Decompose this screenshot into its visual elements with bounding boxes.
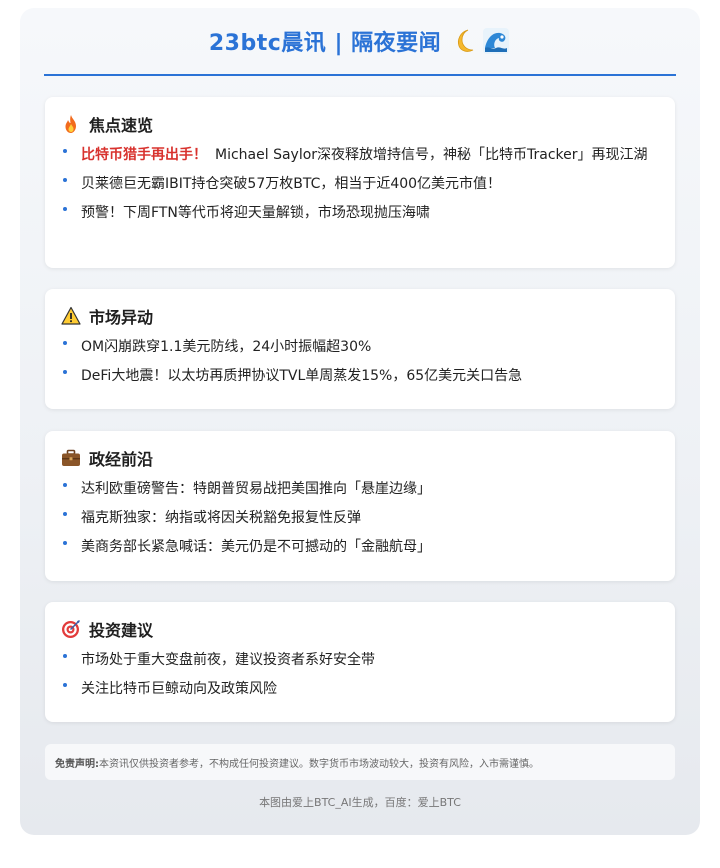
disclaimer-text: 本资讯仅供投资者参考，不构成任何投资建议。数字货币市场波动较大，投资有风险，入市… bbox=[99, 758, 539, 770]
water-wave-icon bbox=[483, 28, 510, 54]
fire-icon bbox=[65, 115, 76, 133]
crescent-moon-icon bbox=[458, 29, 474, 52]
warning-icon bbox=[61, 306, 81, 325]
section-list: 达利欧重磅警告：特朗普贸易战把美国推向「悬崖边缘」 福克斯独家：纳指或将因关税豁… bbox=[61, 478, 657, 558]
highlight-text: 比特币猎手再出手！ bbox=[81, 147, 207, 163]
item-text: 关注比特币巨鲸动向及政策风险 bbox=[81, 681, 277, 697]
list-item: 达利欧重磅警告：特朗普贸易战把美国推向「悬崖边缘」 bbox=[61, 478, 657, 500]
item-text: 预警！下周FTN等代币将迎天量解锁，市场恐现抛压海啸 bbox=[81, 205, 430, 221]
list-item: OM闪崩跌穿1.1美元防线，24小时振幅超30% bbox=[61, 336, 657, 358]
list-item: 市场处于重大变盘前夜，建议投资者系好安全带 bbox=[61, 649, 657, 671]
list-item: 贝莱德巨无霸IBIT持仓突破57万枚BTC，相当于近400亿美元市值！ bbox=[61, 173, 657, 195]
section-list: OM闪崩跌穿1.1美元防线，24小时振幅超30% DeFi大地震！以太坊再质押协… bbox=[61, 336, 657, 387]
item-text: 福克斯独家：纳指或将因关税豁免报复性反弹 bbox=[81, 510, 361, 526]
section-title-label: 政经前沿 bbox=[89, 450, 154, 469]
section-title-label: 市场异动 bbox=[89, 308, 154, 327]
list-item: DeFi大地震！以太坊再质押协议TVL单周蒸发15%，65亿美元关口告急 bbox=[61, 365, 657, 387]
section-list: 市场处于重大变盘前夜，建议投资者系好安全带 关注比特币巨鲸动向及政策风险 bbox=[61, 649, 657, 700]
disclaimer: 免责声明: 本资讯仅供投资者参考，不构成任何投资建议。数字货币市场波动较大，投资… bbox=[45, 744, 675, 780]
list-item: 关注比特币巨鲸动向及政策风险 bbox=[61, 678, 657, 700]
list-item: 美商务部长紧急喊话：美元仍是不可撼动的「金融航母」 bbox=[61, 536, 657, 558]
list-item: 比特币猎手再出手！ Michael Saylor深夜释放增持信号，神秘「比特币Tr… bbox=[61, 144, 657, 166]
list-item: 预警！下周FTN等代币将迎天量解锁，市场恐现抛压海啸 bbox=[61, 202, 657, 224]
item-text: 达利欧重磅警告：特朗普贸易战把美国推向「悬崖边缘」 bbox=[81, 481, 431, 497]
page-header: 23btc晨讯 | 隔夜要闻 bbox=[44, 8, 676, 76]
header-emoji-group bbox=[451, 28, 511, 54]
section-investment-advice: 投资建议 市场处于重大变盘前夜，建议投资者系好安全带 关注比特币巨鲸动向及政策风… bbox=[45, 602, 675, 722]
section-title: 市场异动 bbox=[61, 303, 657, 329]
section-title: 政经前沿 bbox=[61, 445, 657, 471]
item-text: 贝莱德巨无霸IBIT持仓突破57万枚BTC，相当于近400亿美元市值！ bbox=[81, 176, 502, 192]
section-list: 比特币猎手再出手！ Michael Saylor深夜释放增持信号，神秘「比特币Tr… bbox=[61, 144, 657, 224]
briefcase-icon bbox=[62, 449, 80, 466]
news-page: 23btc晨讯 | 隔夜要闻 焦点速览 比特币猎手再出手！ Michael Say… bbox=[20, 8, 700, 835]
section-title: 投资建议 bbox=[61, 616, 657, 642]
item-text: 美商务部长紧急喊话：美元仍是不可撼动的「金融航母」 bbox=[81, 539, 431, 555]
section-focus: 焦点速览 比特币猎手再出手！ Michael Saylor深夜释放增持信号，神秘「… bbox=[45, 97, 675, 268]
section-title: 焦点速览 bbox=[61, 111, 657, 137]
section-politics-economy: 政经前沿 达利欧重磅警告：特朗普贸易战把美国推向「悬崖边缘」 福克斯独家：纳指或… bbox=[45, 431, 675, 581]
item-text: DeFi大地震！以太坊再质押协议TVL单周蒸发15%，65亿美元关口告急 bbox=[81, 368, 523, 384]
footer-credit: 本图由爱上BTC_AI生成，百度：爱上BTC bbox=[259, 796, 461, 809]
item-text: 市场处于重大变盘前夜，建议投资者系好安全带 bbox=[81, 652, 375, 668]
section-title-label: 焦点速览 bbox=[89, 116, 154, 135]
section-market: 市场异动 OM闪崩跌穿1.1美元防线，24小时振幅超30% DeFi大地震！以太… bbox=[45, 289, 675, 409]
section-title-label: 投资建议 bbox=[89, 621, 154, 640]
page-title: 23btc晨讯 | 隔夜要闻 bbox=[208, 31, 442, 56]
item-text: OM闪崩跌穿1.1美元防线，24小时振幅超30% bbox=[81, 339, 372, 355]
list-item: 福克斯独家：纳指或将因关税豁免报复性反弹 bbox=[61, 507, 657, 529]
disclaimer-label: 免责声明: bbox=[55, 758, 99, 770]
target-icon bbox=[62, 619, 81, 638]
item-text: Michael Saylor深夜释放增持信号，神秘「比特币Tracker」再现江… bbox=[215, 147, 648, 163]
